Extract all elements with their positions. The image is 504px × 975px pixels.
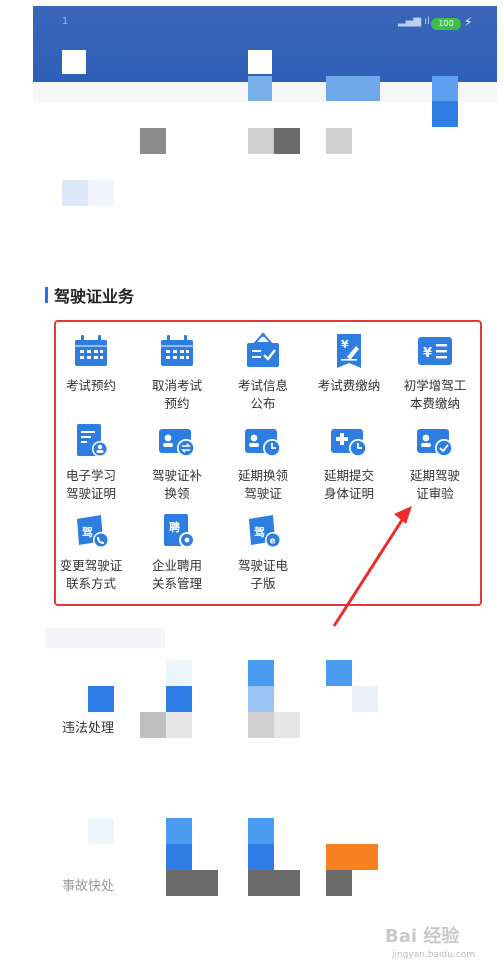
blurred-block <box>248 686 274 712</box>
blurred-block <box>248 844 274 870</box>
blurred-block <box>166 870 218 896</box>
blurred-block <box>248 870 300 896</box>
service-label-accident: 事故快处 <box>62 879 115 894</box>
blurred-block <box>88 818 114 844</box>
service-label-violation: 违法处理 <box>62 721 115 736</box>
blurred-block <box>352 686 378 712</box>
blurred-block <box>248 660 274 686</box>
blurred-block <box>326 660 352 686</box>
blurred-block <box>166 686 192 712</box>
blurred-block <box>166 660 192 686</box>
blurred-block <box>166 818 192 844</box>
blurred-block <box>248 712 274 738</box>
watermark-logo: Bai 经验 <box>385 926 460 947</box>
blurred-block <box>274 712 300 738</box>
blurred-block <box>166 844 192 870</box>
watermark-url: jingyan.baidu.com <box>392 950 476 960</box>
blurred-block <box>140 712 166 738</box>
blurred-block <box>326 844 378 870</box>
blurred-block <box>88 686 114 712</box>
blurred-block <box>326 870 352 896</box>
blurred-block <box>166 712 192 738</box>
blurred-block <box>248 818 274 844</box>
blurred-block <box>45 628 165 648</box>
